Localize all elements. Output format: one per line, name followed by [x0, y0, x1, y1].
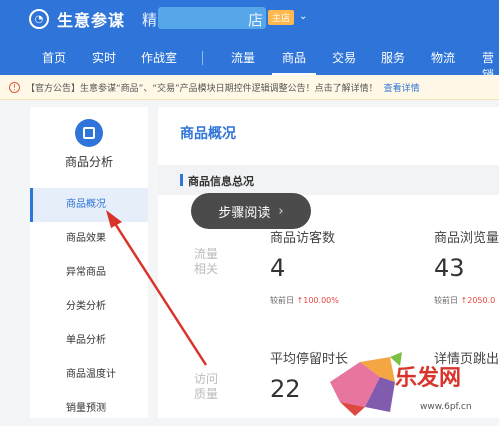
trend-up-value: ↑100.00%: [296, 296, 339, 305]
store-name-suffix: 店: [248, 11, 265, 29]
nav-separator: [202, 51, 203, 65]
sidebar-item-product-effect[interactable]: 商品效果: [30, 222, 148, 256]
nav-transactions[interactable]: 交易: [332, 49, 356, 66]
metric-compare-pageviews: 较前日 ↑2050.0: [434, 296, 496, 305]
step-reading-button[interactable]: 步骤阅读 ›: [191, 193, 311, 229]
watermark-text: 乐发网: [395, 365, 462, 391]
section-accent: [180, 174, 183, 186]
sidebar-title: 商品分析: [64, 155, 113, 169]
announcement-text[interactable]: 【官方公告】生意参谋“商品”、“交易”产品模块日期控件逻辑调整公告！点击了解详情…: [26, 81, 378, 94]
sidebar: 商品分析 商品概况 商品效果 异常商品 分类分析 单品分析 商品温度计 销量预测: [30, 107, 148, 418]
view-details-link[interactable]: 查看详情: [384, 81, 420, 94]
watermark-url: www.6pf.cn: [420, 402, 472, 412]
page-title: 商品概况: [180, 126, 236, 142]
nav-traffic[interactable]: 流量: [231, 49, 255, 66]
metric-label-pageviews: 商品浏览量: [434, 231, 499, 246]
main-store-badge: 主店: [268, 10, 295, 25]
trend-up-value: ↑2050.0: [460, 296, 496, 305]
chevron-down-icon[interactable]: ⌄: [299, 11, 307, 22]
metric-label-visitors: 商品访客数: [270, 231, 336, 246]
product-analysis-icon: [75, 119, 103, 147]
sidebar-item-abnormal-products[interactable]: 异常商品: [30, 256, 148, 290]
top-bar: ◔ 生意参谋 精 店 主店 ⌄ 首页 实时 作战室 流量 商品 交易 服务 物流…: [0, 0, 499, 82]
step-reading-label: 步骤阅读: [218, 205, 271, 221]
nav-realtime[interactable]: 实时: [92, 49, 116, 66]
sidebar-item-sales-forecast[interactable]: 销量预测: [30, 392, 148, 426]
section-title: 商品信息总况: [188, 175, 254, 188]
nav-service[interactable]: 服务: [381, 49, 405, 66]
section-header: 商品信息总况: [158, 165, 499, 195]
metric-value-avg-stay: 22: [270, 375, 301, 403]
brand[interactable]: ◔ 生意参谋: [29, 7, 125, 31]
nav-home[interactable]: 首页: [42, 49, 66, 66]
announcement-bar: ! 【官方公告】生意参谋“商品”、“交易”产品模块日期控件逻辑调整公告！点击了解…: [0, 75, 499, 100]
sidebar-item-product-thermometer[interactable]: 商品温度计: [30, 358, 148, 392]
sidebar-item-product-overview[interactable]: 商品概况: [30, 188, 148, 222]
sidebar-item-single-product[interactable]: 单品分析: [30, 324, 148, 358]
nav-logistics[interactable]: 物流: [431, 49, 455, 66]
nav-war-room[interactable]: 作战室: [141, 49, 177, 66]
metric-compare-visitors: 较前日 ↑100.00%: [270, 296, 339, 305]
nav-products[interactable]: 商品: [282, 49, 306, 66]
group-label-traffic: 流量相关: [194, 247, 219, 276]
chevron-right-icon: ›: [278, 203, 284, 219]
compass-icon: ◔: [29, 9, 49, 29]
metric-value-pageviews: 43: [434, 254, 465, 282]
brand-name: 生意参谋: [57, 11, 126, 30]
sidebar-item-category-analysis[interactable]: 分类分析: [30, 290, 148, 324]
store-name[interactable]: 精: [142, 9, 158, 30]
metric-value-visitors: 4: [270, 254, 286, 282]
main-nav: 首页 实时 作战室 流量 商品 交易 服务 物流 营销: [0, 41, 499, 82]
warning-icon: !: [9, 81, 20, 93]
group-label-quality: 访问质量: [194, 372, 219, 401]
